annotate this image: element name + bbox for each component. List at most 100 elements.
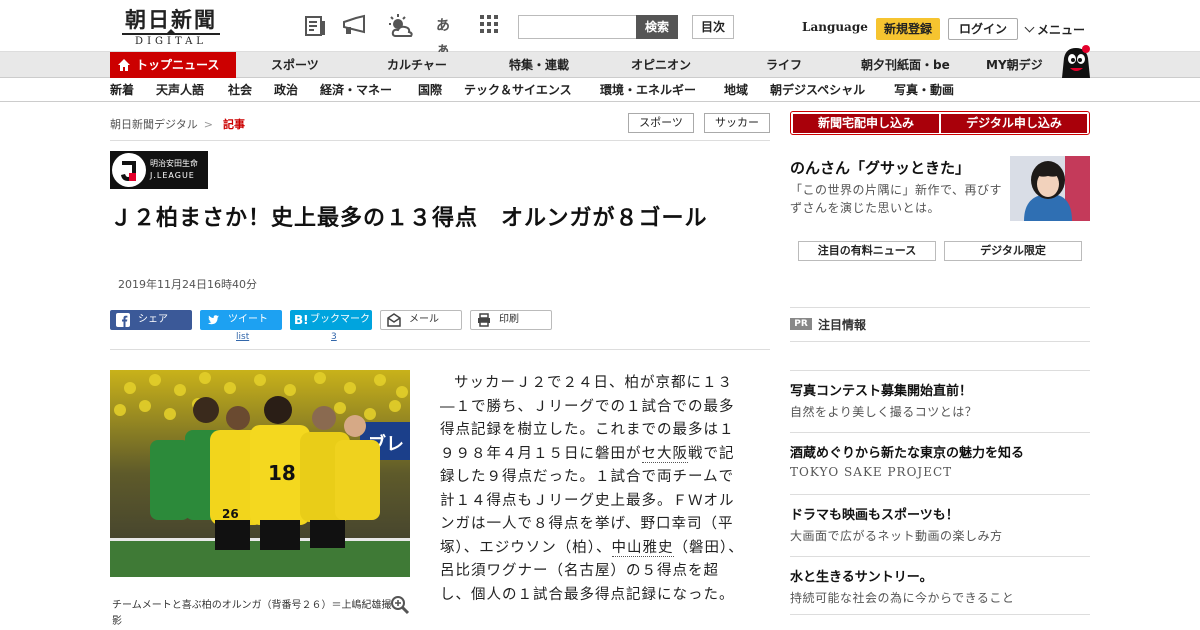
paid-news-button[interactable]: 注目の有料ニュース <box>798 241 936 261</box>
article-photo[interactable]: ブレ 18 26 <box>110 370 410 577</box>
newspaper-icon[interactable] <box>302 14 328 38</box>
nav-opinion[interactable]: オピニオン <box>631 52 691 78</box>
menu-button[interactable]: メニュー <box>1024 21 1085 38</box>
digital-only-button[interactable]: デジタル限定 <box>944 241 1082 261</box>
feature-title[interactable]: のんさん「グサッときた」 <box>790 157 970 178</box>
facebook-share-button[interactable]: シェア <box>110 310 192 330</box>
print-label: 印刷 <box>499 314 519 325</box>
register-button[interactable]: 新規登録 <box>876 18 940 40</box>
pr-badge: PR <box>790 318 812 330</box>
divider <box>790 494 1090 495</box>
subnav-tenseijingo[interactable]: 天声人語 <box>156 79 204 102</box>
photo-caption: チームメートと喜ぶ柏のオルンガ（背番号２６）＝上嶋紀雄撮影 <box>112 600 392 627</box>
tag-sports[interactable]: スポーツ <box>628 113 694 133</box>
subnav-photo-video[interactable]: 写真・動画 <box>894 79 954 102</box>
print-button[interactable]: 印刷 <box>470 310 552 330</box>
divider <box>110 349 770 350</box>
divider <box>110 140 770 141</box>
promo-title[interactable]: 写真コンテスト募集開始直前！ <box>790 380 972 399</box>
divider <box>790 556 1090 557</box>
breadcrumb-current: 記事 <box>223 118 245 131</box>
toc-button[interactable]: 目次 <box>692 15 734 39</box>
bookmark-label: ブックマーク <box>310 314 370 325</box>
jleague-sponsor: 明治安田生命 <box>150 159 198 168</box>
subnav-economy[interactable]: 経済・マネー <box>320 79 392 102</box>
search-input[interactable] <box>518 15 638 39</box>
tweet-count-link[interactable]: list <box>236 332 249 342</box>
subnav-latest[interactable]: 新着 <box>110 79 134 102</box>
subnav-international[interactable]: 国際 <box>418 79 442 102</box>
subnav-environment[interactable]: 環境・エネルギー <box>600 79 696 102</box>
tweet-label: ツイート <box>228 314 268 325</box>
subnav-society[interactable]: 社会 <box>228 79 252 102</box>
subnav-region[interactable]: 地域 <box>724 79 748 102</box>
subnav-politics[interactable]: 政治 <box>274 79 298 102</box>
hatena-icon: B! <box>294 313 309 327</box>
tag-soccer[interactable]: サッカー <box>704 113 770 133</box>
jleague-logo: 明治安田生命 J.LEAGUE <box>110 151 208 189</box>
jleague-emblem <box>112 153 146 187</box>
feature-thumbnail[interactable] <box>1010 156 1090 221</box>
mail-label: メール <box>409 314 439 325</box>
divider <box>790 307 1090 308</box>
divider <box>790 341 1090 342</box>
nav-top-news[interactable]: トップニュース <box>110 52 236 78</box>
language-link[interactable]: Language <box>802 20 868 34</box>
search-button[interactable]: 検索 <box>636 15 678 39</box>
svg-text:26: 26 <box>222 507 239 521</box>
nav-my-asadigi[interactable]: MY朝デジ <box>986 52 1043 78</box>
promo-subtitle: 持続可能な社会の為に今からできること <box>790 591 1015 605</box>
breadcrumb-separator: > <box>203 118 213 131</box>
main-nav: トップニュース スポーツ カルチャー 特集・連載 オピニオン ライフ 朝夕刊紙面… <box>0 52 1200 78</box>
nav-life[interactable]: ライフ <box>766 52 802 78</box>
hatena-bookmark-button[interactable]: B! ブックマーク <box>290 310 372 330</box>
divider <box>790 614 1090 615</box>
player-link[interactable]: 中山雅史 <box>611 539 674 557</box>
mail-icon <box>387 313 401 327</box>
nav-label: トップニュース <box>136 58 220 72</box>
printer-icon <box>478 313 490 327</box>
mail-button[interactable]: メール <box>380 310 462 330</box>
chevron-down-icon <box>1024 22 1035 33</box>
subscribe-box: 新聞宅配申し込み デジタル申し込み <box>790 111 1090 135</box>
pr-section-title: 注目情報 <box>818 318 867 332</box>
divider <box>790 432 1090 433</box>
team-link[interactable]: セ大阪 <box>641 445 688 463</box>
nav-features[interactable]: 特集・連載 <box>509 52 569 78</box>
mascot-icon[interactable] <box>1058 44 1092 78</box>
nav-newspaper[interactable]: 朝夕刊紙面・be <box>861 52 950 78</box>
site-header: 朝日新聞 DIGITAL あぁ 検索 目次 Language 新規登録 ログイン… <box>0 0 1200 58</box>
nav-sports[interactable]: スポーツ <box>271 52 319 78</box>
jleague-name: J.LEAGUE <box>150 171 195 180</box>
feature-description: 「この世界の片隅に」新作で、再びすずさんを演じた思いとは。 <box>790 183 1003 215</box>
promo-subtitle: TOKYO SAKE PROJECT <box>790 465 953 479</box>
font-size-icon[interactable]: あぁ <box>430 14 456 58</box>
subnav-special[interactable]: 朝デジスペシャル <box>770 79 865 102</box>
twitter-icon <box>207 315 219 325</box>
facebook-icon <box>116 313 130 327</box>
zoom-icon[interactable] <box>390 595 410 615</box>
promo-subtitle: 自然をより美しく撮るコツとは？ <box>790 405 978 419</box>
newspaper-subscribe-button[interactable]: 新聞宅配申し込み <box>793 114 939 133</box>
article-headline: Ｊ２柏まさか！史上最多の１３得点 オルンガが８ゴール <box>110 206 708 231</box>
nav-culture[interactable]: カルチャー <box>387 52 447 78</box>
subnav-tech-science[interactable]: テック＆サイエンス <box>464 79 572 102</box>
digital-subscribe-button[interactable]: デジタル申し込み <box>941 114 1087 133</box>
promo-title[interactable]: 酒蔵めぐりから新たな東京の魅力を知る <box>790 442 1024 461</box>
login-button[interactable]: ログイン <box>948 18 1018 40</box>
grid-menu-icon[interactable] <box>476 14 502 38</box>
breadcrumb-home[interactable]: 朝日新聞デジタル <box>110 118 198 131</box>
article-body: サッカーＪ２で２４日、柏が京都に１３―１で勝ち、Ｊリーグでの１試合での最多得点記… <box>440 372 746 607</box>
tweet-button[interactable]: ツイート <box>200 310 282 330</box>
promo-title[interactable]: 水と生きるサントリー。 <box>790 566 933 585</box>
bookmark-count-link[interactable]: 3 <box>331 332 337 342</box>
article-date: 2019年11月24日16時40分 <box>118 278 257 291</box>
site-logo[interactable]: 朝日新聞 DIGITAL <box>112 8 230 48</box>
divider <box>790 370 1090 371</box>
logo-subtext: DIGITAL <box>122 29 220 48</box>
weather-icon[interactable] <box>386 14 413 38</box>
promo-title[interactable]: ドラマも映画もスポーツも！ <box>790 504 959 523</box>
megaphone-icon[interactable] <box>342 14 368 38</box>
home-icon <box>118 59 130 71</box>
svg-text:18: 18 <box>268 461 296 485</box>
